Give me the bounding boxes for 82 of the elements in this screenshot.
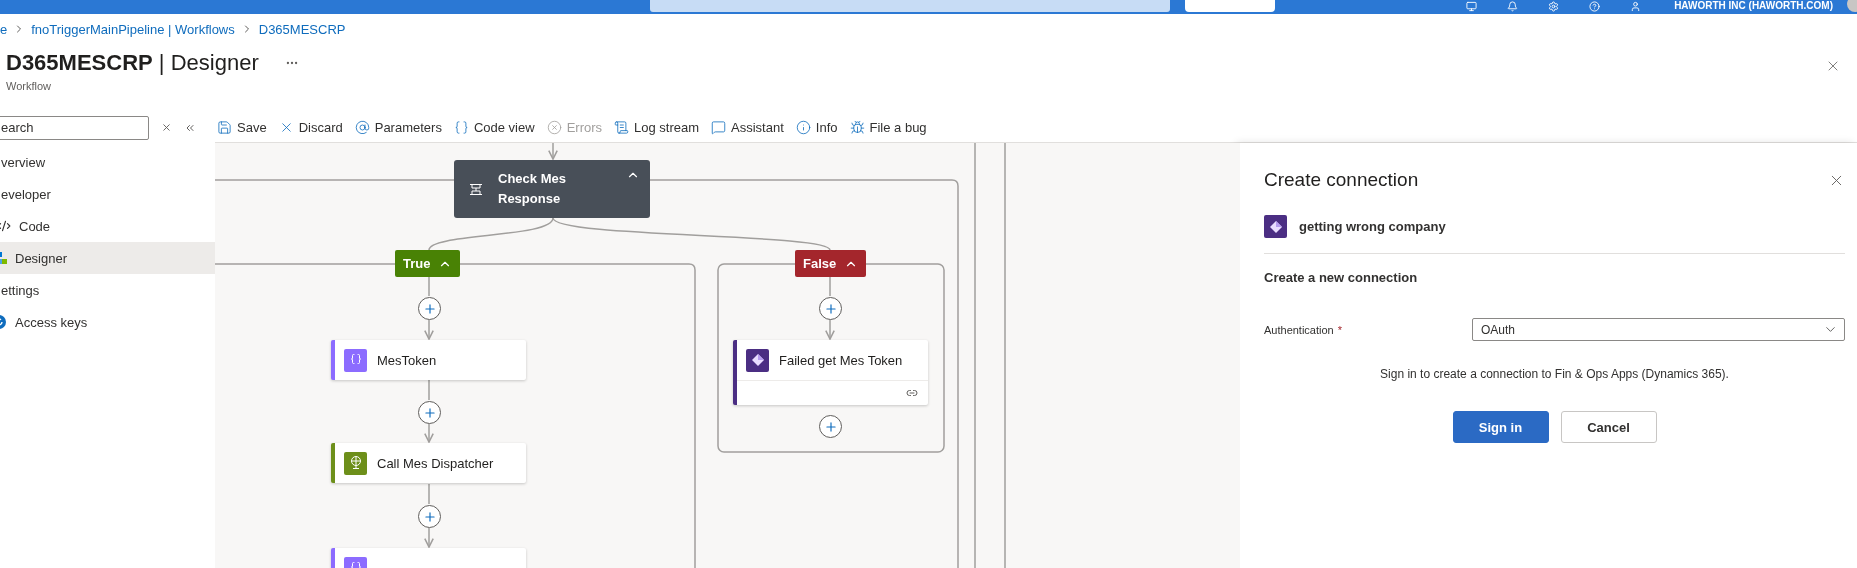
add-step-button[interactable] — [418, 401, 441, 424]
plus-icon — [422, 405, 437, 420]
toolbar-button[interactable]: Log stream — [614, 119, 700, 135]
condition-node[interactable]: Check Mes Response — [454, 160, 650, 218]
connector-line — [829, 276, 831, 297]
breadcrumb-link[interactable]: fnoTriggerMainPipeline | Workflows — [31, 21, 235, 37]
link-icon — [906, 387, 918, 399]
monitor-icon[interactable] — [1466, 1, 1477, 12]
breadcrumb-link[interactable]: e — [0, 21, 8, 37]
connector-arrow — [825, 319, 835, 340]
save-icon — [217, 119, 232, 135]
connector-arrow — [424, 527, 434, 548]
toolbar-button[interactable]: Info — [795, 119, 838, 135]
plus-icon — [422, 301, 437, 316]
plus-icon — [823, 419, 838, 434]
page-title: D365MESCRP | Designer — [6, 50, 259, 76]
action-title: Failed get Mes Token — [779, 352, 903, 368]
toolbar-button[interactable]: Discard — [278, 119, 343, 135]
sign-in-note: Sign in to create a connection to Fin & Ops Apps (Dynamics 365). — [1379, 367, 1730, 381]
connector-line — [428, 276, 430, 297]
toolbar-button[interactable]: Save — [217, 119, 267, 135]
action-title: Call Mes Dispatcher — [377, 455, 494, 471]
section-heading: Create a new connection — [1264, 270, 1419, 285]
nav-item[interactable]: Code — [0, 210, 215, 242]
toolbar-button[interactable]: File a bug — [849, 119, 927, 135]
globe-icon — [349, 456, 362, 470]
toolbar-button[interactable]: Code view — [453, 119, 535, 135]
cancel-button[interactable]: Cancel — [1560, 411, 1657, 443]
settings-icon[interactable] — [1548, 1, 1559, 12]
at-sign-icon — [354, 119, 370, 135]
node-title: Check Mes Response — [498, 170, 567, 208]
branch-badge[interactable]: False — [795, 250, 867, 277]
connector-name: getting wrong company — [1299, 219, 1446, 234]
connector-arrow — [424, 423, 434, 443]
plus-icon — [422, 509, 437, 524]
add-step-button[interactable] — [418, 297, 441, 320]
info-icon — [795, 119, 811, 135]
braces-icon — [349, 353, 362, 367]
circle-x-icon — [546, 119, 562, 135]
page-subtitle: Workflow — [6, 80, 53, 92]
connector-arrow — [548, 143, 558, 160]
help-icon[interactable] — [1589, 1, 1600, 12]
braces-icon — [453, 119, 469, 135]
action-card[interactable]: Failed get Mes Token — [733, 340, 928, 405]
sign-in-button[interactable]: Sign in — [1452, 411, 1549, 443]
nav-item[interactable]: verview — [1, 146, 215, 178]
diamond-icon — [750, 353, 765, 367]
action-card[interactable]: MesToken — [331, 340, 526, 380]
bug-icon — [849, 119, 865, 135]
authentication-dropdown[interactable]: OAuth — [1472, 318, 1845, 341]
search-field[interactable]: earch — [0, 115, 149, 140]
nav-item[interactable]: Designer — [0, 242, 215, 274]
search-field[interactable] — [650, 0, 1170, 12]
add-step-button[interactable] — [819, 297, 842, 320]
tenant-name: HAWORTH INC (HAWORTH.COM) — [1674, 0, 1833, 12]
connector-line — [428, 483, 430, 505]
person-icon[interactable] — [1630, 1, 1641, 12]
chat-icon — [711, 119, 727, 135]
nav-item[interactable]: Access keys — [0, 306, 215, 338]
nav-item[interactable]: ettings — [1, 274, 215, 306]
connector-line — [428, 379, 430, 401]
condition-icon — [470, 183, 482, 195]
panel-title: Create connection — [1264, 169, 1419, 191]
clear-button[interactable] — [161, 122, 172, 133]
add-step-button[interactable] — [819, 415, 842, 438]
add-step-button[interactable] — [418, 505, 441, 528]
toolbar-button[interactable]: Parameters — [354, 119, 442, 135]
close-icon — [161, 122, 172, 133]
action-title: MesToken — [377, 352, 437, 368]
connector-arrow — [424, 319, 434, 340]
designer-icon — [0, 252, 7, 264]
breadcrumb-link[interactable]: D365MESCRP — [258, 21, 346, 37]
document-icon — [614, 119, 629, 135]
toolbar-button[interactable]: Assistant — [711, 119, 784, 135]
bell-icon[interactable] — [1507, 1, 1518, 12]
code-icon — [0, 219, 11, 233]
plus-icon — [823, 301, 838, 316]
refresh-icon — [0, 315, 7, 329]
field-label: Authentication * — [1264, 323, 1343, 336]
action-card[interactable]: Call Mes Dispatcher — [331, 443, 526, 483]
branch-badge[interactable]: True — [395, 250, 461, 277]
nav-item[interactable]: eveloper — [1, 178, 215, 210]
